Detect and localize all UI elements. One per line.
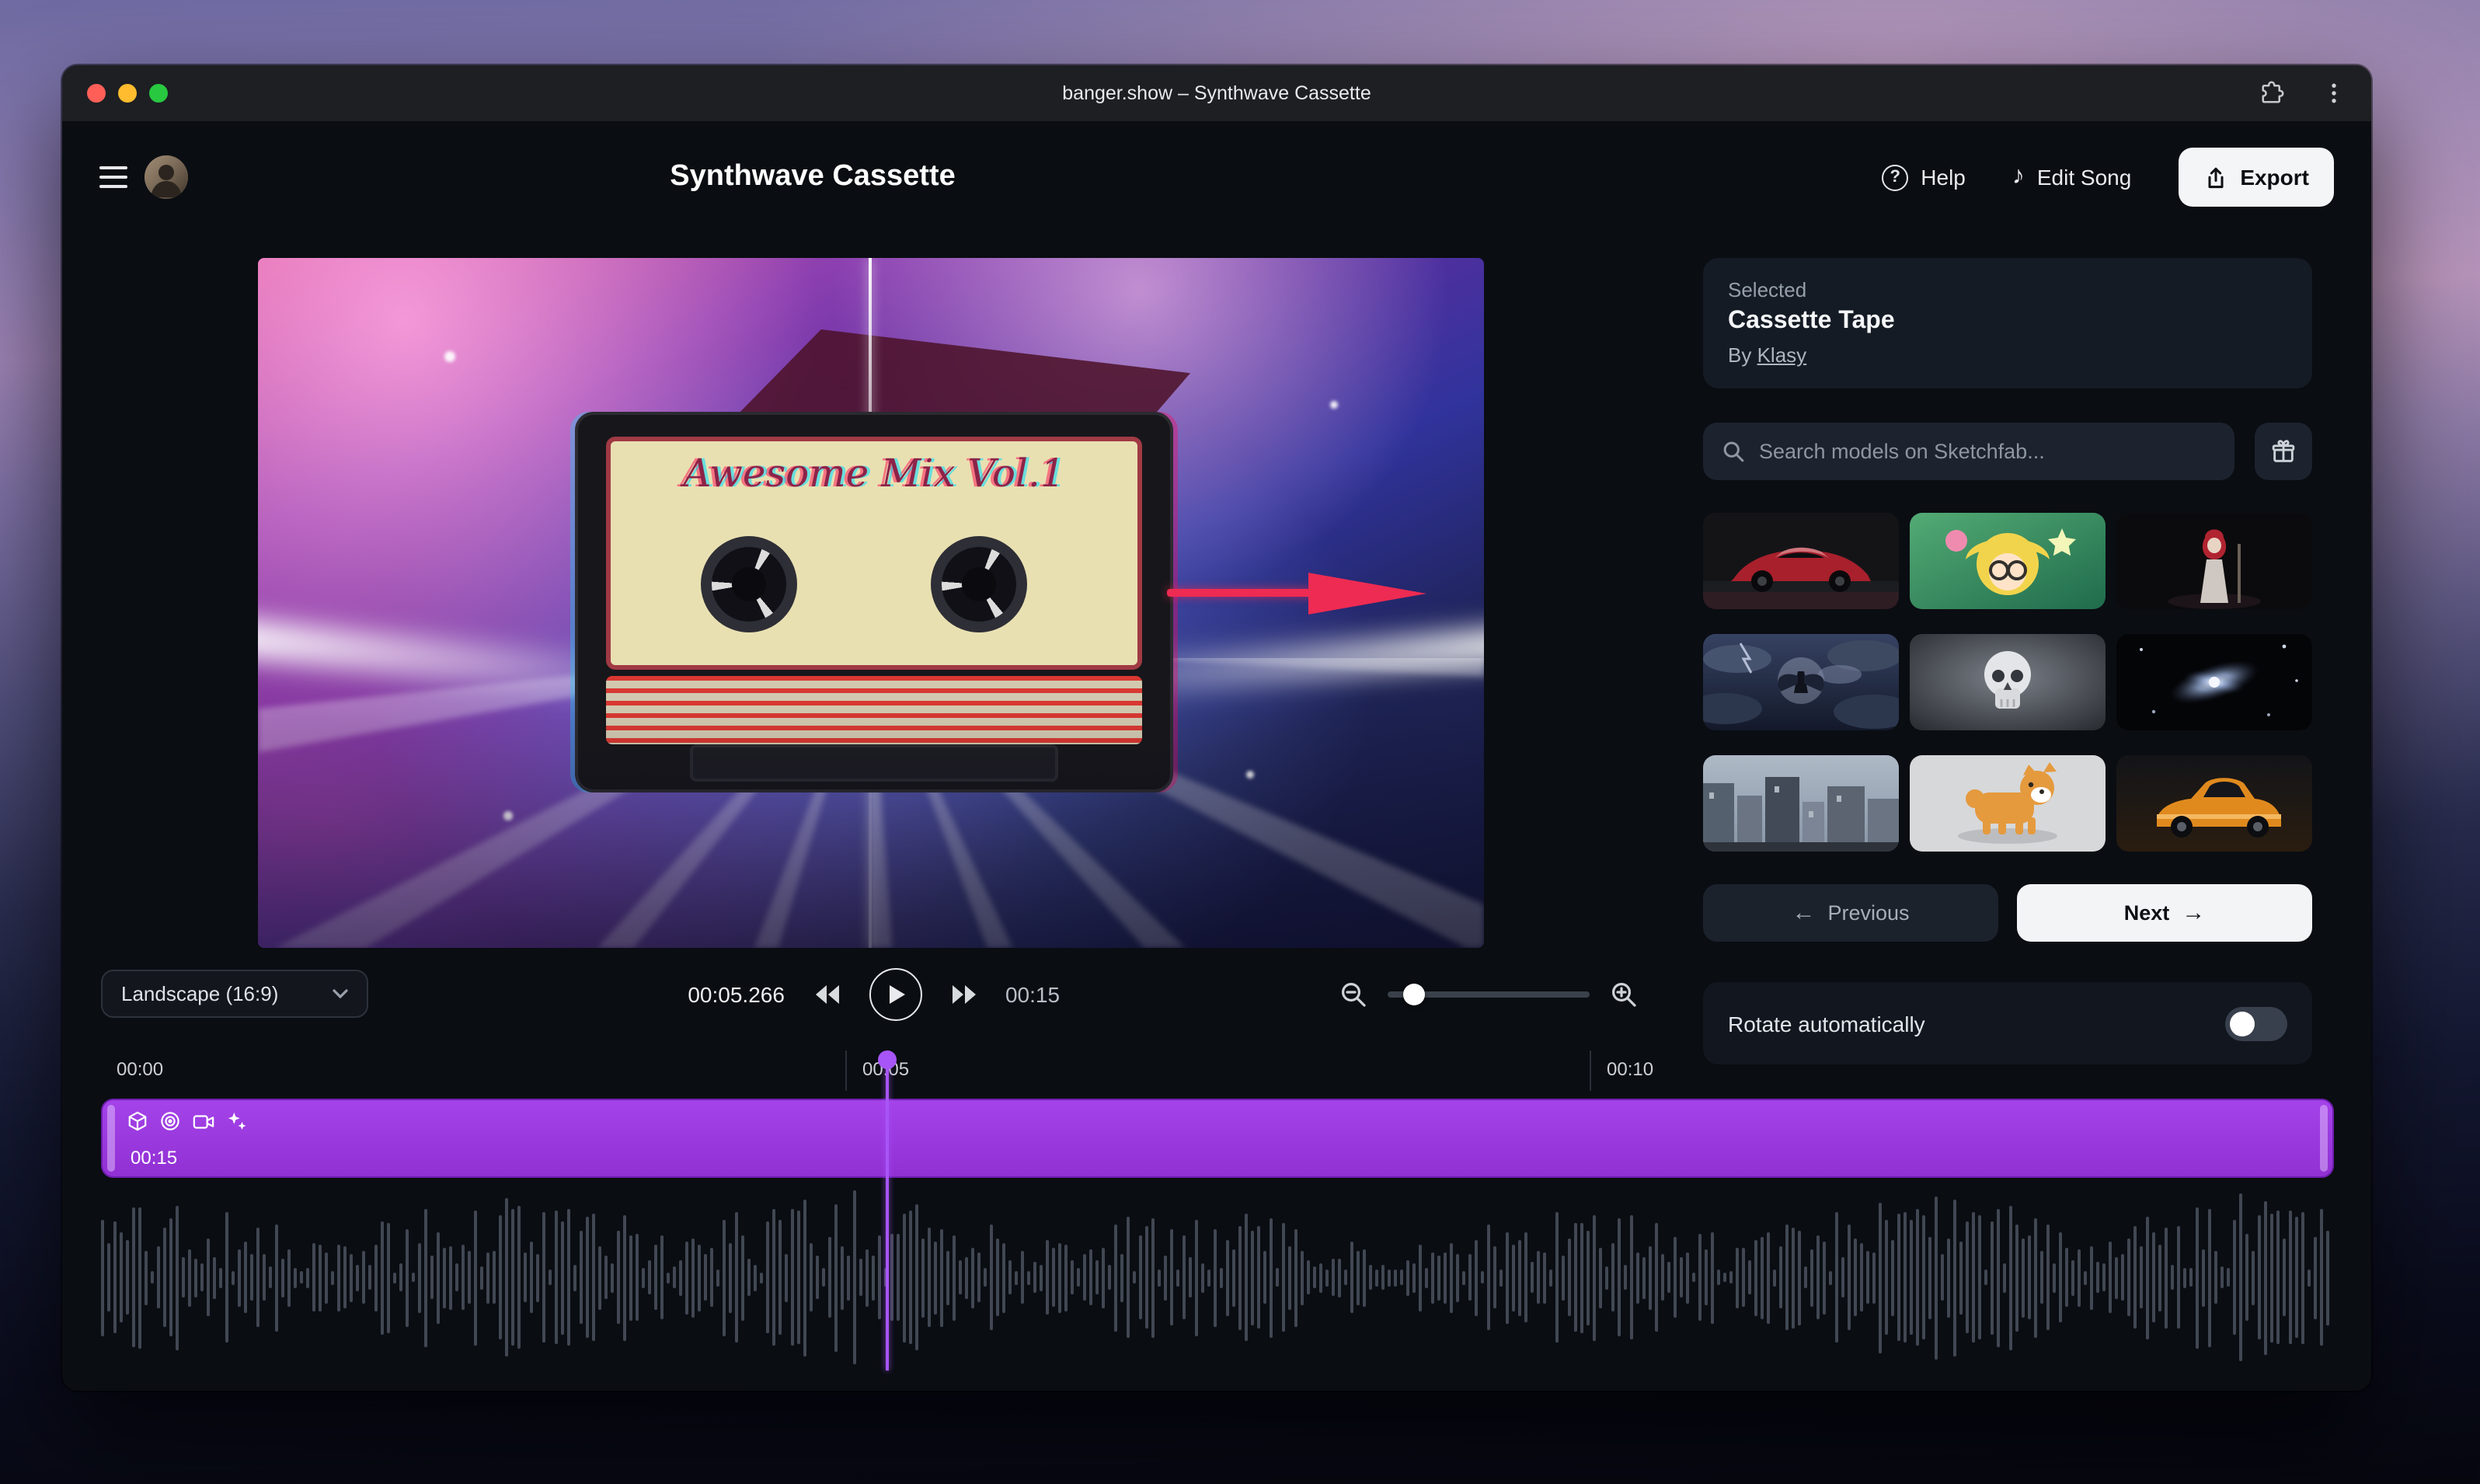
rewind-icon	[813, 984, 841, 1005]
model-thumb-city-buildings[interactable]	[1703, 755, 1899, 852]
model-thumb-spiral-galaxy[interactable]	[2116, 634, 2312, 730]
audio-waveform[interactable]	[101, 1184, 2334, 1371]
model-byline: By Klasy	[1728, 343, 2287, 367]
video-camera-icon	[193, 1112, 214, 1130]
model-thumb-angel-in-storm-clouds[interactable]	[1703, 634, 1899, 730]
zoom-in-button[interactable]	[1607, 977, 1641, 1012]
edit-song-button[interactable]: ♪ Edit Song	[2012, 165, 2131, 190]
cube-3d-icon	[127, 1111, 148, 1131]
gift-icon	[2270, 438, 2297, 465]
menu-hamburger-icon[interactable]	[99, 166, 127, 188]
fast-forward-button[interactable]	[946, 977, 981, 1012]
aspect-ratio-dropdown[interactable]: Landscape (16:9)	[101, 970, 368, 1018]
rewind-button[interactable]	[810, 977, 844, 1012]
playback-controls: Landscape (16:9) 00:05.266 00:15	[101, 967, 1641, 1022]
arrow-left-icon: ←	[1792, 901, 1815, 925]
share-export-icon	[2203, 164, 2227, 190]
ruler-tick-label: 00:00	[101, 1050, 845, 1091]
export-button[interactable]: Export	[2178, 148, 2334, 207]
selected-model-name: Cassette Tape	[1728, 308, 2287, 336]
timeline-ruler[interactable]: 00:00 00:05 00:10	[101, 1050, 2334, 1091]
zoom-slider[interactable]	[1388, 991, 1590, 998]
previous-button[interactable]: ← Previous	[1703, 884, 1998, 942]
next-button[interactable]: Next →	[2017, 884, 2312, 942]
app-window: banger.show – Synthwave Cassette	[62, 65, 2371, 1391]
magnifier-plus-icon	[1610, 981, 1638, 1008]
model-thumb-vintage-orange-car[interactable]	[2116, 755, 2312, 852]
extensions-puzzle-icon[interactable]	[2256, 78, 2287, 109]
spiral-disc-icon	[160, 1111, 180, 1131]
project-title: Synthwave Cassette	[670, 160, 956, 194]
header-actions: ? Help ♪ Edit Song Export	[1882, 148, 2334, 207]
clip-icons	[127, 1111, 247, 1131]
timeline-zoom-controls	[1336, 967, 1641, 1022]
author-link[interactable]: Klasy	[1757, 343, 1807, 367]
timeline: 00:00 00:05 00:10	[101, 1050, 2334, 1371]
rotate-automatically-toggle[interactable]	[2225, 1006, 2287, 1040]
window-titlebar: banger.show – Synthwave Cassette	[62, 65, 2371, 121]
user-avatar[interactable]	[145, 155, 188, 199]
search-icon	[1722, 440, 1745, 463]
window-title: banger.show – Synthwave Cassette	[1062, 82, 1371, 104]
total-duration: 00:15	[1005, 982, 1060, 1007]
selected-label: Selected	[1728, 278, 2287, 301]
arrow-right-icon: →	[2182, 901, 2205, 925]
model-search-row	[1703, 423, 2312, 480]
search-input[interactable]	[1759, 440, 2216, 463]
play-button[interactable]	[869, 968, 921, 1021]
maximize-window-button[interactable]	[149, 84, 168, 103]
preview-vignette	[258, 258, 1484, 948]
app-header: Synthwave Cassette ? Help ♪ Edit Song Ex…	[62, 121, 2371, 233]
current-time: 00:05.266	[682, 982, 785, 1007]
video-preview[interactable]: Awesome Mix Vol.1	[258, 258, 1484, 948]
zoom-slider-knob[interactable]	[1403, 984, 1425, 1005]
model-pagination: ← Previous Next →	[1703, 884, 2312, 942]
zoom-out-button[interactable]	[1336, 977, 1371, 1012]
model-thumb-shiba-dog[interactable]	[1910, 755, 2106, 852]
model-sidebar: Selected Cassette Tape By Klasy	[1703, 258, 2312, 1064]
magnifier-minus-icon	[1339, 981, 1367, 1008]
desktop-background: banger.show – Synthwave Cassette	[0, 0, 2480, 1484]
titlebar-actions	[2256, 65, 2349, 121]
music-note-icon: ♪	[2012, 165, 2025, 190]
fast-forward-icon	[949, 984, 977, 1005]
minimize-window-button[interactable]	[118, 84, 137, 103]
help-icon: ?	[1882, 164, 1908, 190]
selected-model-card: Selected Cassette Tape By Klasy	[1703, 258, 2312, 388]
model-search-box[interactable]	[1703, 423, 2234, 480]
clip-duration-label: 00:15	[131, 1147, 177, 1169]
transport-cluster: 00:05.266 00:15	[682, 967, 1060, 1022]
help-button[interactable]: ? Help	[1882, 164, 1966, 190]
model-thumb-skull[interactable]	[1910, 634, 2106, 730]
timeline-clip[interactable]: 00:15	[101, 1099, 2334, 1178]
close-window-button[interactable]	[87, 84, 106, 103]
play-icon	[890, 985, 905, 1004]
ruler-tick-label: 00:10	[1590, 1050, 2334, 1091]
model-thumb-red-sports-car[interactable]	[1703, 513, 1899, 609]
ruler-tick-label: 00:05	[845, 1050, 1590, 1091]
model-thumb-anime-character[interactable]	[1910, 513, 2106, 609]
sparkles-icon	[227, 1111, 247, 1131]
model-thumb-fantasy-character[interactable]	[2116, 513, 2312, 609]
toggle-knob	[2230, 1011, 2255, 1036]
traffic-lights	[87, 84, 168, 103]
rotate-automatically-label: Rotate automatically	[1728, 1011, 1925, 1036]
playhead-line	[886, 1058, 889, 1371]
surprise-model-button[interactable]	[2255, 423, 2312, 480]
chevron-down-icon	[333, 988, 348, 999]
playhead-handle[interactable]	[878, 1050, 897, 1069]
model-thumbnail-grid	[1703, 513, 2312, 852]
browser-menu-kebab-icon[interactable]	[2318, 78, 2349, 109]
